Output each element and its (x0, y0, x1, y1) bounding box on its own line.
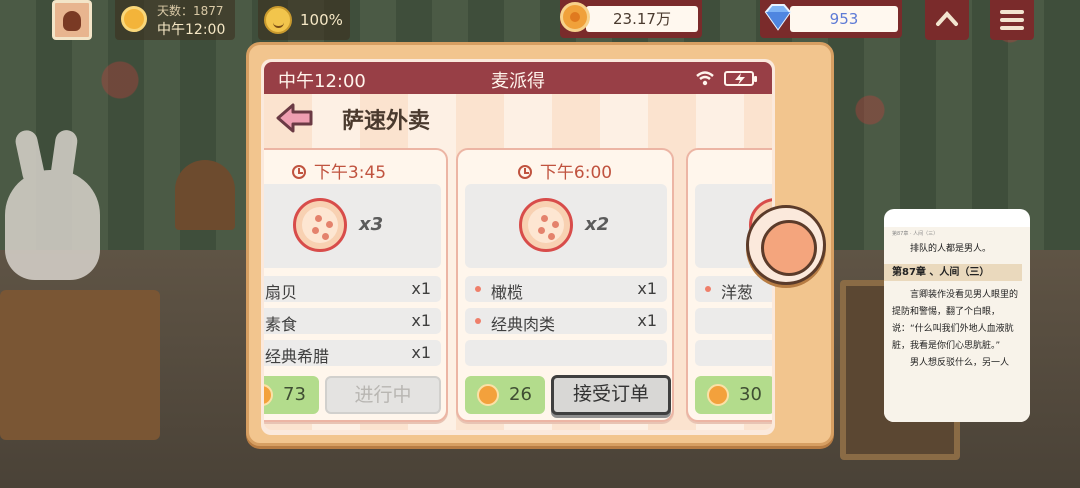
player-avatar[interactable] (52, 0, 92, 40)
ingredient-row: 经典肉类 x1 (465, 308, 667, 334)
ingredient-name: 经典肉类 (491, 315, 556, 334)
order-deadline-text: 下午3:45 (313, 163, 387, 183)
coin-amount: 23.17万 (586, 6, 698, 32)
order-reward: 30 (695, 376, 772, 414)
order-deadline-text: 下午6:00 (539, 163, 613, 183)
ingredient-row-empty (465, 340, 667, 366)
battery-icon (724, 71, 757, 86)
diamond-icon (764, 4, 792, 31)
phone-status-bar: 中午12:00 麦派得 (264, 62, 772, 94)
chevron-up-icon (936, 11, 958, 26)
order-card: 下 洋葱 30 (686, 148, 772, 422)
floating-reader-window[interactable]: 第87章 · 人间（三） 排队的人都是男人。 第87章 、人间（三） 言卿装作没… (884, 209, 1030, 422)
accept-order-button[interactable]: 接受订单 (551, 375, 671, 415)
day-counter: 天数：1877 (157, 4, 224, 18)
pizza-icon (293, 198, 347, 252)
ingredient-row: 洋葱 (695, 276, 772, 302)
pizza-icon (519, 198, 573, 252)
ingredient-qty: x1 (411, 311, 431, 330)
ingredient-qty: x1 (637, 311, 657, 330)
phone-home-button[interactable] (746, 205, 826, 285)
ingredient-qty: x1 (411, 343, 431, 362)
clock-icon (517, 165, 532, 179)
clock-icon (291, 165, 306, 179)
order-cards-row[interactable]: 下午3:45 x3 扇贝 x1 素食 x1 经典希腊 x1 73 进行中 下午6… (264, 148, 772, 426)
pizza-box: x2 (465, 184, 667, 268)
desk-furniture (0, 290, 160, 440)
reader-content: 第87章 · 人间（三） 排队的人都是男人。 第87章 、人间（三） 言卿装作没… (884, 227, 1030, 422)
ingredient-qty: x1 (411, 279, 431, 298)
menu-button[interactable] (990, 0, 1034, 40)
ingredient-name: 经典希腊 (265, 347, 330, 366)
app-header: 萨速外卖 (264, 94, 772, 142)
pizza-quantity: x2 (585, 214, 610, 235)
order-reward: 73 (264, 376, 319, 414)
bullet-icon (475, 286, 481, 292)
coin-icon (477, 384, 499, 406)
reward-value: 26 (509, 384, 532, 405)
ingredient-name: 洋葱 (721, 283, 754, 302)
bullet-icon (705, 286, 711, 292)
ingredient-row: 橄榄 x1 (465, 276, 667, 302)
mood-value: 100% (300, 11, 343, 29)
menu-line-icon (1000, 26, 1024, 30)
reader-meta: 第87章 · 人间（三） (892, 231, 939, 237)
ingredient-name: 素食 (265, 315, 298, 334)
back-arrow-icon[interactable] (276, 102, 314, 134)
bullet-icon (475, 318, 481, 324)
ingredient-row-empty (695, 340, 772, 366)
coin-icon (264, 384, 273, 406)
avatar-face-icon (63, 11, 81, 31)
ingredient-row: 扇贝 x1 (264, 276, 441, 302)
phone-screen: 中午12:00 麦派得 萨速外卖 下午3:45 x3 扇贝 x1 素食 x1 经… (264, 62, 772, 430)
sun-icon (121, 6, 147, 32)
game-clock: 中午12:00 (157, 22, 226, 38)
menu-line-icon (1000, 18, 1024, 22)
smile-face-icon (264, 6, 292, 34)
coin-balance[interactable]: 23.17万 (560, 0, 702, 38)
order-deadline: 下午6:00 (458, 158, 672, 183)
ingredient-row-empty (695, 308, 772, 334)
ingredient-row: 经典希腊 x1 (264, 340, 441, 366)
pizza-quantity: x3 (359, 214, 384, 235)
ingredient-row: 素食 x1 (264, 308, 441, 334)
reader-paragraph: 男人想反驳什么，另一人 (910, 358, 1010, 368)
ingredient-name: 扇贝 (265, 283, 298, 302)
ingredient-name: 橄榄 (491, 283, 524, 302)
pizza-box: x3 (264, 184, 441, 268)
order-card: 下午6:00 x2 橄榄 x1 经典肉类 x1 26 接受订单 (456, 148, 674, 422)
order-deadline: 下 (688, 158, 772, 183)
order-reward: 26 (465, 376, 545, 414)
in-progress-button[interactable]: 进行中 (325, 376, 441, 414)
reader-line: 排队的人都是男人。 (910, 244, 992, 254)
menu-line-icon (1000, 10, 1024, 14)
reward-value: 30 (739, 384, 762, 405)
wifi-icon (696, 71, 714, 86)
order-card: 下午3:45 x3 扇贝 x1 素食 x1 经典希腊 x1 73 进行中 (264, 148, 448, 422)
gem-balance[interactable]: 953 (760, 0, 902, 38)
phone-device: 中午12:00 麦派得 萨速外卖 下午3:45 x3 扇贝 x1 素食 x1 经… (246, 42, 834, 446)
mood-panel: 100% (258, 0, 350, 40)
coin-icon (560, 2, 590, 32)
reward-value: 73 (283, 384, 306, 405)
chapter-heading: 第87章 、人间（三） (884, 264, 1022, 281)
gem-amount: 953 (790, 6, 898, 32)
collapse-up-button[interactable] (925, 0, 969, 40)
coin-icon (707, 384, 729, 406)
order-deadline: 下午3:45 (264, 158, 446, 183)
round-window (175, 160, 235, 230)
bunny-character (5, 170, 100, 280)
time-panel: 天数：1877 中午12:00 (115, 0, 235, 40)
app-title: 萨速外卖 (342, 109, 431, 134)
ingredient-qty: x1 (637, 279, 657, 298)
reader-paragraph: 言卿装作没看见男人眼里的提防和警惕，翻了个白眼，说：“什么叫我们外地人血液肮脏，… (892, 290, 1019, 351)
